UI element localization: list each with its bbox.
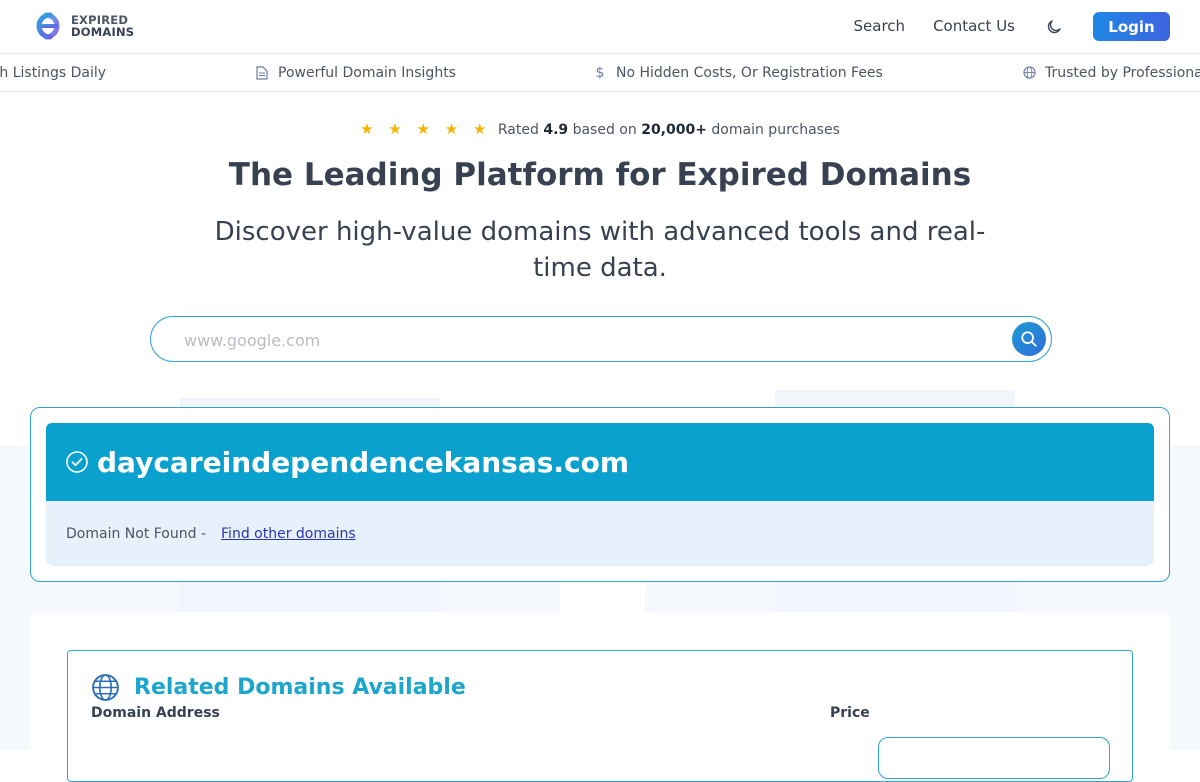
feature-label: Trusted by Professionals (1045, 64, 1200, 81)
dollar-icon: $ (595, 64, 605, 81)
domain-result-card: daycareindependencekansas.com Domain Not… (30, 407, 1170, 582)
features-strip: Fresh Listings Daily Powerful Domain Ins… (0, 54, 1200, 92)
column-header-domain: Domain Address (91, 705, 220, 721)
logo-text-domains: DOMAINS (71, 25, 135, 39)
status-text: Domain Not Found - (66, 525, 207, 542)
result-header: daycareindependencekansas.com (46, 423, 1154, 501)
related-section: Related Domains Available Domain Address… (30, 612, 1170, 782)
login-button[interactable]: Login (1093, 12, 1170, 41)
feature-label: Fresh Listings Daily (0, 64, 107, 81)
column-header-price: Price (830, 705, 870, 721)
domain-search-bar (150, 316, 1052, 362)
check-circle-icon (66, 451, 88, 473)
rating-value: 4.9 (543, 122, 569, 138)
search-button[interactable] (1012, 322, 1046, 356)
search-input[interactable] (182, 327, 1006, 353)
feature-label: No Hidden Costs, Or Registration Fees (616, 64, 883, 81)
page-title: The Leading Platform for Expired Domains (228, 157, 972, 193)
feature-item-no-hidden-costs: $ No Hidden Costs, Or Registration Fees (593, 54, 883, 91)
rating-mid: based on (572, 122, 637, 138)
feature-item-domain-insights: Powerful Domain Insights (255, 54, 456, 91)
find-other-domains-link[interactable]: Find other domains (221, 526, 356, 542)
globe-icon (92, 674, 119, 701)
logo-icon (36, 12, 60, 40)
rating-line: ★ ★ ★ ★ ★ Rated 4.9 based on 20,000+ dom… (0, 120, 1200, 138)
document-icon (255, 65, 269, 80)
nav-contact-us[interactable]: Contact Us (933, 12, 1015, 41)
moon-icon[interactable] (1043, 16, 1065, 38)
rating-stars: ★ ★ ★ ★ ★ (360, 120, 492, 138)
nav-search[interactable]: Search (854, 12, 906, 41)
result-domain-name: daycareindependencekansas.com (97, 445, 630, 479)
related-title-text: Related Domains Available (134, 675, 466, 700)
rating-prefix: Rated (497, 122, 539, 138)
related-domains-panel: Related Domains Available Domain Address… (67, 650, 1133, 782)
feature-label: Powerful Domain Insights (278, 64, 456, 81)
feature-item-fresh-listings: Fresh Listings Daily (0, 54, 106, 91)
related-title: Related Domains Available (91, 673, 466, 702)
globe-icon (1022, 66, 1036, 80)
feature-item-trusted: Trusted by Professionals (1022, 54, 1200, 91)
site-header: EXPIRED DOMAINS Search Contact Us Login (0, 0, 1200, 54)
rating-suffix: domain purchases (711, 122, 840, 138)
result-status: Domain Not Found - Find other domains (46, 501, 1154, 566)
rating-count: 20,000+ (641, 122, 707, 138)
main-nav: Search Contact Us Login (854, 12, 1170, 41)
page-subtitle: Discover high-value domains with advance… (214, 217, 986, 283)
search-icon (1021, 331, 1037, 347)
price-box[interactable] (878, 737, 1110, 779)
logo[interactable]: EXPIRED DOMAINS (30, 11, 134, 41)
